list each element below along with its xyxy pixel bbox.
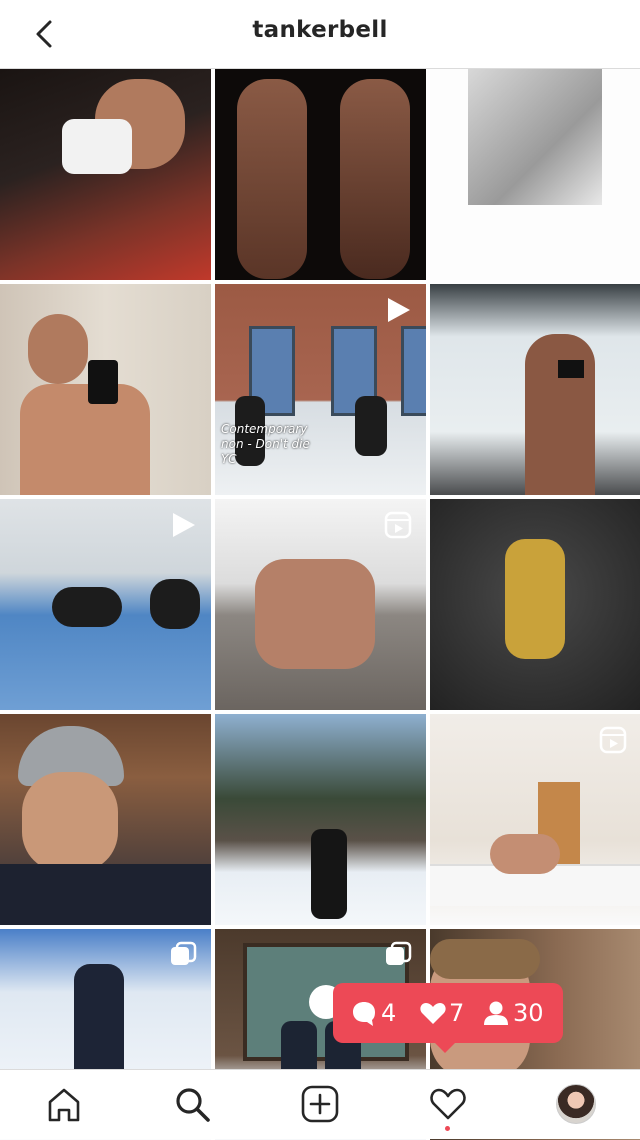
- comment-count: 4: [381, 999, 397, 1027]
- post-bedroom-pose[interactable]: [430, 714, 640, 925]
- post-gold-leap[interactable]: [430, 499, 640, 710]
- reel-icon: [599, 726, 627, 754]
- post-outdoor-partnering[interactable]: [215, 499, 426, 710]
- post-beanie-selfie[interactable]: [0, 714, 211, 925]
- carousel-icon: [171, 941, 197, 965]
- video-icon: [173, 513, 195, 537]
- add-post-icon[interactable]: [300, 1084, 340, 1124]
- bubble-pointer: [433, 1041, 457, 1053]
- post-rehearsal[interactable]: [0, 499, 211, 710]
- activity-notification-bubble[interactable]: 4 7 30: [333, 983, 563, 1053]
- home-icon[interactable]: [44, 1084, 84, 1124]
- bottom-tab-bar: [0, 1069, 640, 1139]
- video-icon: [388, 298, 410, 322]
- follower-count: 30: [513, 999, 544, 1027]
- post-dancers-back[interactable]: [215, 69, 426, 280]
- reel-icon: [384, 511, 412, 539]
- profile-username-title: tankerbell: [252, 17, 388, 43]
- top-bar: tankerbell: [0, 0, 640, 69]
- search-icon[interactable]: [172, 1084, 212, 1124]
- activity-heart-icon[interactable]: [428, 1084, 468, 1124]
- post-motocross[interactable]: [0, 69, 211, 280]
- carousel-icon: [386, 941, 412, 965]
- follower-icon: [484, 1001, 508, 1025]
- post-mirror-selfie[interactable]: [0, 284, 211, 495]
- post-window-selfie[interactable]: [430, 284, 640, 495]
- comment-icon: [353, 1002, 375, 1026]
- like-count: 7: [449, 999, 465, 1027]
- heart-icon: [420, 1003, 446, 1024]
- post-studio-dance[interactable]: Contemporary non - Don't die YC: [215, 284, 426, 495]
- post-bw-torso[interactable]: [430, 69, 640, 280]
- activity-indicator-dot: [445, 1126, 450, 1131]
- profile-avatar[interactable]: [556, 1084, 596, 1124]
- video-caption: Contemporary non - Don't die YC: [221, 422, 310, 466]
- post-snow-forest[interactable]: [215, 714, 426, 925]
